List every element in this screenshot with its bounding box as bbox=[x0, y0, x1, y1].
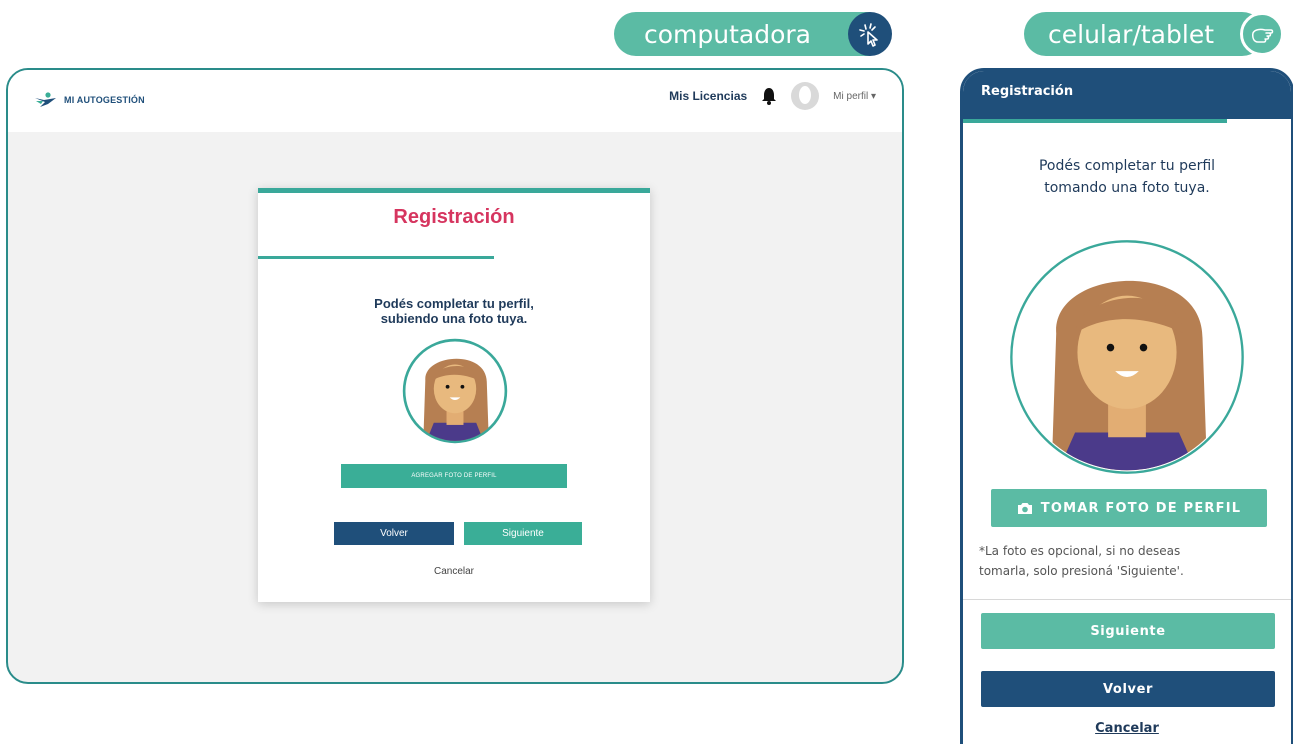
desktop-frame: MI AUTOGESTIÓN Mis Licencias Mi perfil ▾… bbox=[6, 68, 904, 684]
cursor-click-icon bbox=[848, 12, 892, 56]
mobile-avatar-illustration bbox=[1010, 240, 1244, 474]
card-message: Podés completar tu perfil, subiendo una … bbox=[258, 296, 650, 326]
brand-mark-icon bbox=[35, 92, 56, 107]
card-title: Registración bbox=[393, 206, 515, 228]
mobile-label-text: celular/tablet bbox=[1048, 19, 1215, 49]
optional-photo-note-line2: tomarla, solo presioná 'Siguiente'. bbox=[979, 564, 1184, 578]
back-button[interactable]: Volver bbox=[334, 522, 454, 545]
touch-hand-icon bbox=[1240, 12, 1284, 56]
screen: computadora celular/tablet MI AUTOGESTIÓ… bbox=[0, 0, 1293, 744]
top-navbar: MI AUTOGESTIÓN Mis Licencias Mi perfil ▾ bbox=[8, 70, 902, 132]
registration-card: Registración Podés completar tu perfil, … bbox=[258, 188, 650, 602]
card-message-line2: subiendo una foto tuya. bbox=[380, 311, 528, 326]
take-profile-photo-label: TOMAR FOTO DE PERFIL bbox=[1040, 500, 1242, 516]
card-top-accent bbox=[258, 188, 650, 193]
mobile-label: celular/tablet bbox=[1024, 12, 1264, 56]
brand-logo[interactable]: MI AUTOGESTIÓN bbox=[34, 92, 145, 108]
mobile-divider bbox=[963, 599, 1291, 600]
mobile-message-line2: tomando una foto tuya. bbox=[1044, 180, 1210, 196]
optional-photo-note-line1: *La foto es opcional, si no deseas bbox=[979, 544, 1181, 558]
cancel-link[interactable]: Cancelar bbox=[258, 566, 650, 577]
bell-icon[interactable] bbox=[761, 87, 777, 105]
card-message-line1: Podés completar tu perfil, bbox=[374, 296, 534, 311]
mobile-progress-bar bbox=[963, 119, 1227, 123]
take-profile-photo-button[interactable]: TOMAR FOTO DE PERFIL bbox=[991, 489, 1267, 527]
camera-icon bbox=[1017, 503, 1032, 514]
card-progress-line bbox=[258, 256, 494, 259]
nav-link-licenses[interactable]: Mis Licencias bbox=[669, 89, 747, 103]
profile-avatar-illustration bbox=[402, 338, 508, 444]
brand-name: MI AUTOGESTIÓN bbox=[64, 95, 145, 105]
mobile-frame: Registración Podés completar tu perfil t… bbox=[960, 68, 1293, 744]
next-button[interactable]: Siguiente bbox=[464, 522, 582, 545]
mobile-next-button[interactable]: Siguiente bbox=[981, 613, 1275, 649]
profile-menu[interactable]: Mi perfil ▾ bbox=[833, 91, 876, 102]
desktop-label-text: computadora bbox=[644, 19, 811, 49]
mobile-message-line1: Podés completar tu perfil bbox=[1038, 158, 1216, 174]
mobile-message: Podés completar tu perfil tomando una fo… bbox=[963, 155, 1291, 199]
mobile-header-title: Registración bbox=[963, 71, 1291, 119]
mobile-back-button[interactable]: Volver bbox=[981, 671, 1275, 707]
caret-down-icon: ▾ bbox=[870, 90, 876, 102]
optional-photo-note: *La foto es opcional, si no deseas tomar… bbox=[979, 541, 1279, 581]
desktop-label: computadora bbox=[614, 12, 870, 56]
nav-actions: Mis Licencias Mi perfil ▾ bbox=[669, 82, 876, 110]
avatar[interactable] bbox=[791, 82, 820, 110]
profile-menu-label: Mi perfil bbox=[833, 90, 869, 102]
mobile-cancel-link[interactable]: Cancelar bbox=[963, 721, 1291, 736]
add-profile-photo-button[interactable]: AGREGAR FOTO DE PERFIL bbox=[341, 464, 567, 488]
